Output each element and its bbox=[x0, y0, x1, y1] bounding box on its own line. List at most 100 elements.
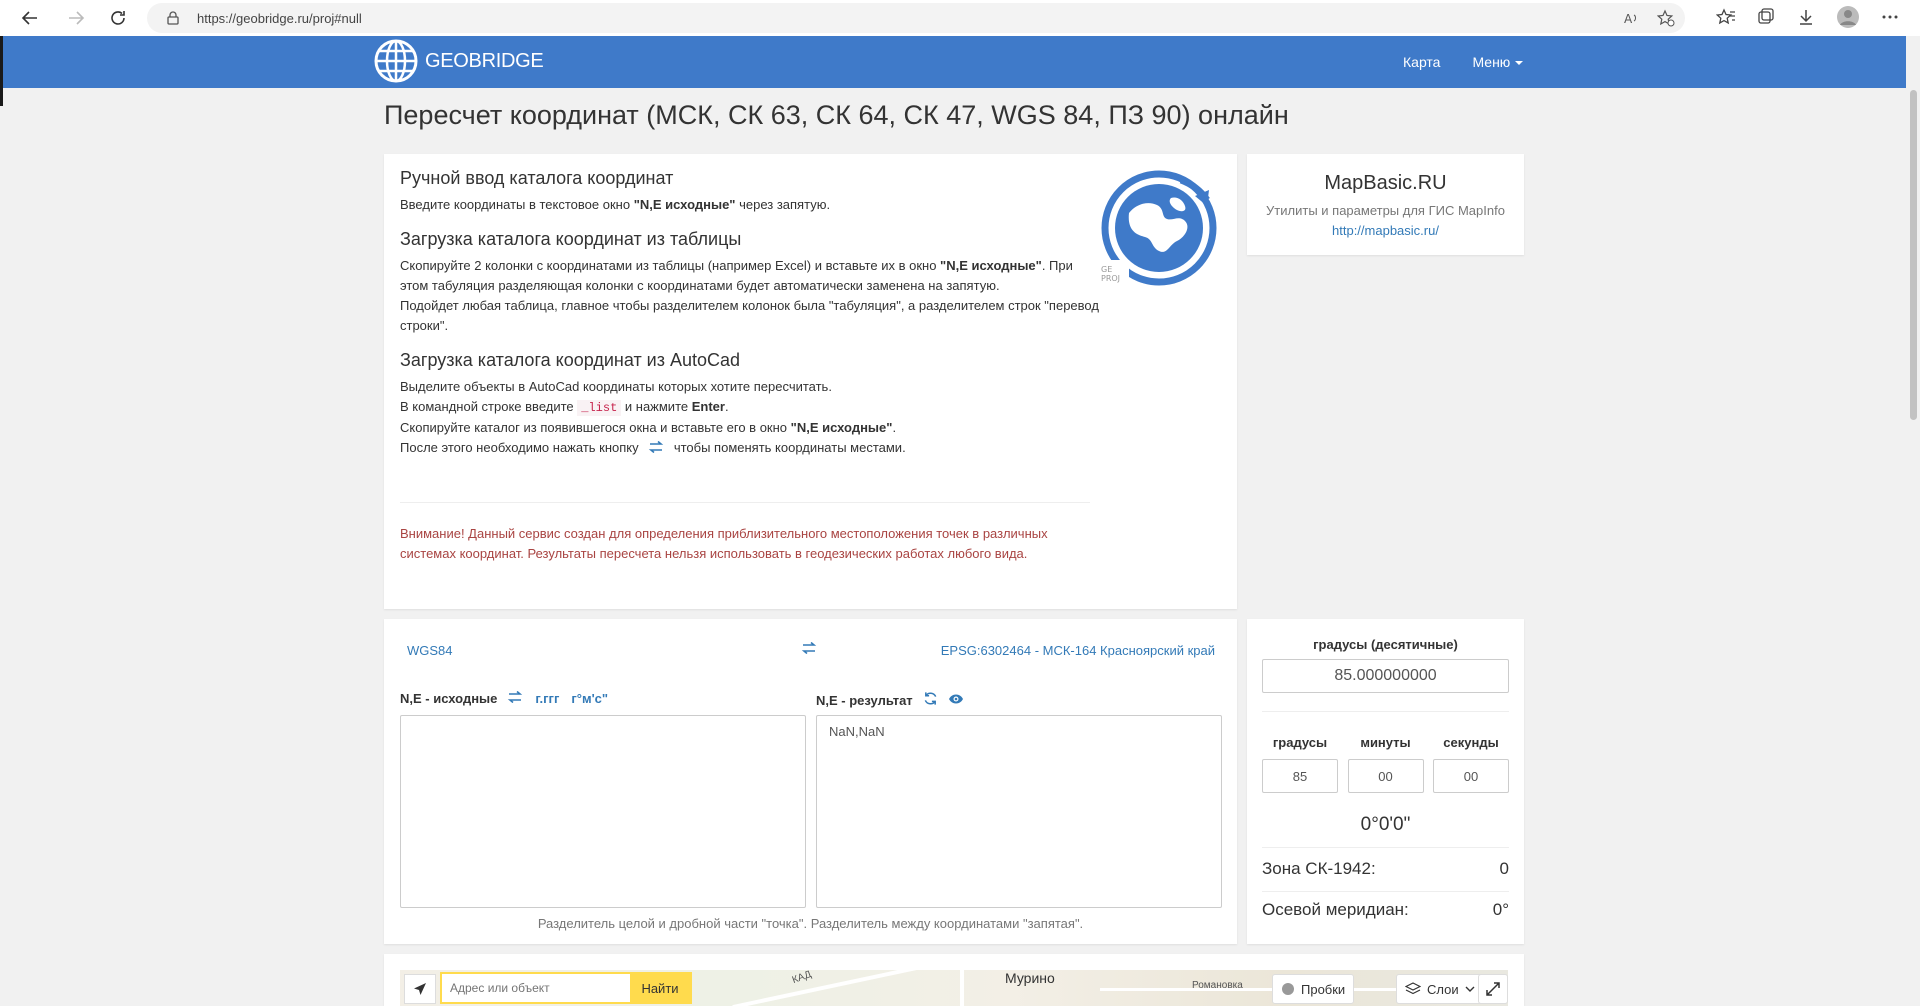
svg-text:GE: GE bbox=[1101, 265, 1112, 274]
divider bbox=[1262, 891, 1509, 892]
target-crs-link[interactable]: EPSG:6302464 - МСК-164 Красноярский край bbox=[941, 643, 1215, 658]
more-options-icon[interactable] bbox=[1880, 7, 1900, 32]
profile-avatar-icon[interactable] bbox=[1836, 5, 1860, 34]
mapbasic-ad-panel: MapBasic.RU Утилиты и параметры для ГИС … bbox=[1247, 154, 1524, 255]
swap-icon bbox=[801, 641, 817, 655]
collections-icon[interactable] bbox=[1756, 7, 1776, 32]
globe-logo-icon bbox=[374, 39, 418, 83]
map-road bbox=[1100, 988, 1400, 991]
format-decimal-link[interactable]: г.ггг bbox=[535, 691, 559, 706]
eye-icon bbox=[948, 694, 963, 703]
map-find-button[interactable]: Найти bbox=[630, 974, 690, 1002]
manual-input-section: Ручной ввод каталога координат Введите к… bbox=[400, 168, 1100, 215]
converter-panel: WGS84 EPSG:6302464 - МСК-164 Красноярски… bbox=[384, 619, 1237, 944]
zone-row: Зона СК-1942: 0 bbox=[1262, 859, 1509, 879]
decimal-degrees-label: градусы (десятичные) bbox=[1313, 637, 1458, 652]
fullscreen-button[interactable] bbox=[1478, 974, 1508, 1004]
traffic-label: Пробки bbox=[1301, 981, 1346, 997]
autocad-text-4b: чтобы поменять координаты местами. bbox=[670, 440, 906, 455]
caret-down-icon bbox=[1515, 61, 1524, 66]
format-dms-link[interactable]: г°м'с" bbox=[571, 691, 608, 706]
refresh-button[interactable] bbox=[923, 691, 938, 709]
read-aloud-icon[interactable]: A bbox=[1623, 9, 1641, 32]
warning-text: Внимание! Данный сервис создан для опред… bbox=[400, 526, 1048, 561]
dms-result: 0°0'0" bbox=[1360, 814, 1411, 835]
traffic-light-icon bbox=[1282, 983, 1294, 995]
source-crs-link[interactable]: WGS84 bbox=[407, 643, 453, 658]
minutes-label: минуты bbox=[1360, 735, 1411, 750]
nav-menu-label: Меню bbox=[1472, 54, 1511, 70]
page-title: Пересчет координат (МСК, СК 63, СК 64, С… bbox=[384, 100, 1289, 130]
downloads-icon[interactable] bbox=[1796, 7, 1816, 32]
nav-map-link[interactable]: Карта bbox=[1403, 54, 1440, 70]
zone-value: 0 bbox=[1499, 859, 1509, 878]
result-coords-textarea[interactable]: NaN,NaN bbox=[816, 715, 1222, 908]
mapbasic-link[interactable]: http://mapbasic.ru/ bbox=[1332, 223, 1439, 238]
meridian-row: Осевой меридиан: 0° bbox=[1262, 900, 1509, 920]
reload-icon[interactable] bbox=[104, 4, 132, 32]
favorite-add-icon[interactable] bbox=[1656, 9, 1675, 32]
autocad-line-1: Выделите объекты в AutoCad координаты ко… bbox=[400, 379, 832, 394]
minutes-input[interactable] bbox=[1347, 759, 1424, 793]
map-canvas[interactable]: Найти КАД Мурино Романовка Пробки Слои bbox=[400, 970, 1508, 1006]
site-logo[interactable]: GEOBRIDGE bbox=[373, 38, 544, 84]
forward-icon[interactable] bbox=[62, 4, 90, 32]
page-scrollbar[interactable] bbox=[1906, 36, 1920, 1006]
degrees-input[interactable] bbox=[1262, 759, 1338, 793]
manual-text-2: через запятую. bbox=[735, 197, 831, 212]
map-panel: Найти КАД Мурино Романовка Пробки Слои bbox=[384, 954, 1524, 1006]
swap-ne-button[interactable] bbox=[507, 690, 523, 706]
svg-text:A: A bbox=[1624, 12, 1633, 26]
svg-text:PROJ: PROJ bbox=[1101, 274, 1120, 283]
autocad-import-section: Загрузка каталога координат из AutoCad В… bbox=[400, 350, 1100, 459]
dms-labels-row: градусы минуты секунды bbox=[1262, 735, 1509, 750]
divider bbox=[1262, 847, 1509, 848]
table-bold: "N,E исходные" bbox=[940, 258, 1042, 273]
result-coords-label: N,E - результат bbox=[816, 692, 913, 708]
seconds-input[interactable] bbox=[1433, 759, 1509, 793]
layers-button[interactable]: Слои bbox=[1396, 974, 1484, 1004]
traffic-button[interactable]: Пробки bbox=[1272, 974, 1355, 1004]
swap-crs-button[interactable] bbox=[801, 641, 817, 659]
manual-input-title: Ручной ввод каталога координат bbox=[400, 168, 674, 188]
table-import-title: Загрузка каталога координат из таблицы bbox=[400, 229, 742, 249]
map-label-kad: КАД bbox=[790, 970, 813, 987]
dms-inputs-row bbox=[1262, 759, 1509, 793]
refresh-icon bbox=[924, 692, 937, 705]
source-coords-label: N,E - исходные bbox=[400, 691, 498, 706]
autocad-enter: Enter bbox=[691, 399, 725, 414]
geolocate-button[interactable] bbox=[404, 974, 436, 1004]
degrees-converter-panel: градусы (десятичные) градусы минуты секу… bbox=[1247, 619, 1524, 944]
autocad-text-2a: В командной строке введите bbox=[400, 399, 578, 414]
map-search-box: Найти bbox=[440, 972, 692, 1004]
degrees-label: градусы bbox=[1272, 735, 1328, 750]
autocad-line-4: После этого необходимо нажать кнопку что… bbox=[400, 438, 1100, 459]
layers-label: Слои bbox=[1427, 981, 1459, 997]
chevron-down-icon bbox=[1465, 986, 1475, 992]
scrollbar-thumb[interactable] bbox=[1910, 90, 1917, 420]
divider bbox=[400, 502, 1090, 503]
source-coords-label-row: N,E - исходные г.ггг г°м'с" bbox=[400, 690, 608, 706]
url-text: https://geobridge.ru/proj#null bbox=[197, 10, 362, 26]
locate-arrow-icon bbox=[414, 983, 426, 995]
divider bbox=[1262, 711, 1509, 712]
nav-menu-dropdown[interactable]: Меню bbox=[1472, 54, 1524, 70]
table-import-text: Скопируйте 2 колонки с координатами из т… bbox=[400, 256, 1100, 296]
seconds-label: секунды bbox=[1443, 735, 1499, 750]
swap-icon bbox=[508, 690, 523, 704]
map-road bbox=[732, 970, 988, 1006]
map-search-input[interactable] bbox=[442, 974, 630, 1002]
source-coords-textarea[interactable] bbox=[400, 715, 806, 908]
meridian-label: Осевой меридиан: bbox=[1262, 900, 1409, 919]
manual-bold: "N,E исходные" bbox=[633, 197, 736, 212]
decimal-degrees-input[interactable] bbox=[1262, 659, 1509, 693]
result-coords-label-row: N,E - результат bbox=[816, 691, 964, 709]
show-on-map-button[interactable] bbox=[948, 693, 964, 708]
favorites-icon[interactable] bbox=[1715, 7, 1736, 32]
autocad-line-2: В командной строке введите _list и нажми… bbox=[400, 399, 729, 416]
mapbasic-desc: Утилиты и параметры для ГИС MapInfo http… bbox=[1247, 201, 1524, 241]
mapbasic-desc-text: Утилиты и параметры для ГИС MapInfo bbox=[1266, 203, 1505, 218]
back-icon[interactable] bbox=[16, 4, 44, 32]
mapbasic-title: MapBasic.RU bbox=[1324, 172, 1447, 194]
address-bar[interactable]: https://geobridge.ru/proj#null A bbox=[147, 3, 1685, 33]
